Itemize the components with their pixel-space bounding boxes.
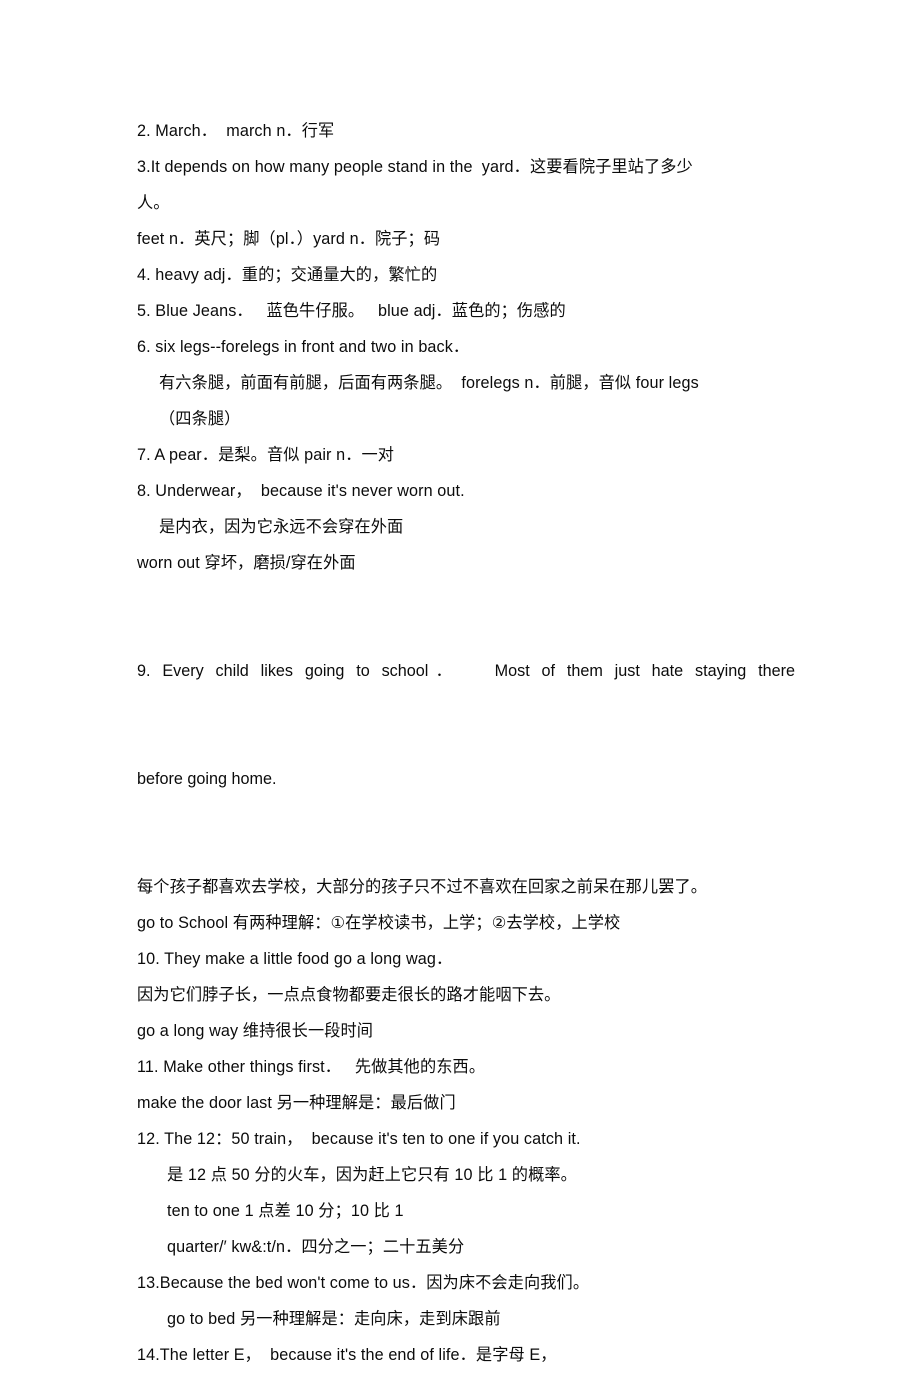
note-line-item-3-cont: 人。 (137, 194, 170, 212)
note-line-quarter: quarter/′ kw&:t/n．四分之一；二十五美分 (167, 1238, 465, 1256)
note-line-item-6: 6. six legs--forelegs in front and two i… (137, 338, 470, 356)
note-line-item-5: 5. Blue Jeans． 蓝色牛仔服。 blue adj．蓝色的；伤感的 (137, 302, 566, 320)
note-line-make-door-last: make the door last 另一种理解是：最后做门 (137, 1094, 456, 1112)
note-line-go-a-long-way: go a long way 维持很长一段时间 (137, 1022, 374, 1040)
note-line-item-14: 14.The letter E， because it's the end of… (137, 1346, 557, 1364)
note-line-item-12-cn: 是 12 点 50 分的火车，因为赶上它只有 10 比 1 的概率。 (167, 1166, 577, 1184)
note-line-go-to-school: go to School 有两种理解：①在学校读书，上学；②去学校，上学校 (137, 914, 621, 932)
note-line-item-12: 12. The 12：50 train， because it's ten to… (137, 1130, 581, 1148)
notes-body: 2. March． march n．行军 3.It depends on how… (137, 113, 795, 1373)
note-line-worn-out: worn out 穿坏，磨损/穿在外面 (137, 554, 356, 572)
note-line-item-9-cn: 每个孩子都喜欢去学校，大部分的孩子只不过不喜欢在回家之前呆在那儿罢了。 (137, 878, 708, 896)
note-line-go-to-bed: go to bed 另一种理解是：走向床，走到床跟前 (167, 1310, 501, 1328)
note-line-ten-to-one: ten to one 1 点差 10 分；10 比 1 (167, 1202, 404, 1220)
note-line-item-7: 7. A pear．是梨。音似 pair n．一对 (137, 446, 395, 464)
note-line-item-4: 4. heavy adj．重的；交通量大的，繁忙的 (137, 266, 438, 284)
note-line-item-10: 10. They make a little food go a long wa… (137, 950, 453, 968)
note-line-item-10-cn: 因为它们脖子长，一点点食物都要走很长的路才能咽下去。 (137, 986, 561, 1004)
note-line-item-6-cn2: （四条腿） (159, 410, 241, 428)
note-line-item-9-a: 9. Every child likes going to school． Mo… (137, 662, 795, 680)
note-paragraph-item-9: 9. Every child likes going to school． Mo… (137, 581, 795, 869)
note-line-item-8: 8. Underwear， because it's never worn ou… (137, 482, 465, 500)
note-line-item-13: 13.Because the bed won't come to us．因为床不… (137, 1274, 590, 1292)
note-line-item-6-cn: 有六条腿，前面有前腿，后面有两条腿。 forelegs n．前腿，音似 four… (159, 374, 699, 392)
note-line-item-9-b: before going home. (137, 770, 277, 788)
note-line-item-2: 2. March． march n．行军 (137, 122, 335, 140)
note-line-item-8-cn: 是内衣，因为它永远不会穿在外面 (159, 518, 404, 536)
note-line-item-3: 3.It depends on how many people stand in… (137, 158, 693, 176)
note-line-feet: feet n．英尺；脚（pl．）yard n．院子；码 (137, 230, 441, 248)
document-page: 2. March． march n．行军 3.It depends on how… (0, 0, 920, 1364)
note-line-item-11: 11. Make other things first． 先做其他的东西。 (137, 1058, 486, 1076)
